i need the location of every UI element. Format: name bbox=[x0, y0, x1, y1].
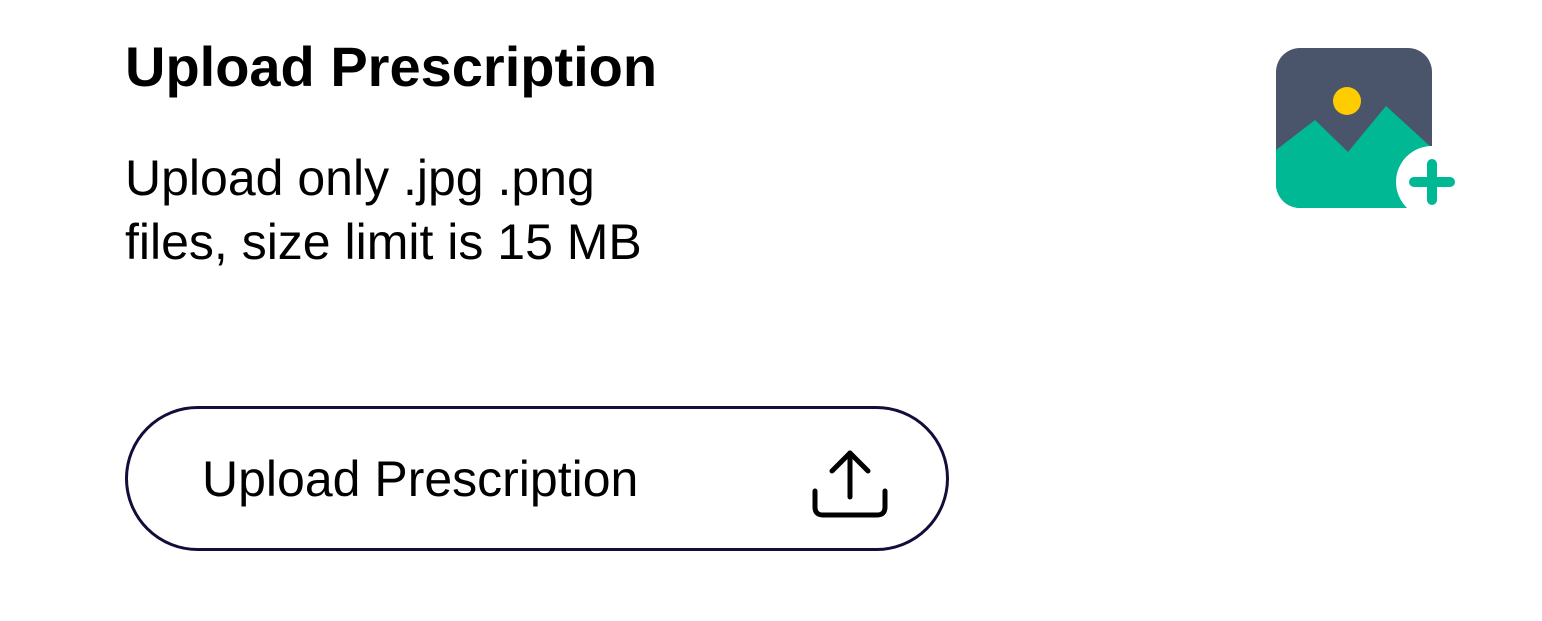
page-title: Upload Prescription bbox=[125, 35, 658, 98]
upload-instructions-line-2: files, size limit is 15 MB bbox=[125, 214, 642, 270]
upload-button-label: Upload Prescription bbox=[202, 451, 639, 507]
upload-instructions: Upload only .jpg .png files, size limit … bbox=[125, 146, 765, 274]
upload-instructions-line-1: Upload only .jpg .png bbox=[125, 150, 595, 206]
upload-icon bbox=[812, 450, 888, 518]
upload-prescription-button[interactable]: Upload Prescription bbox=[125, 406, 949, 551]
image-add-icon bbox=[1276, 48, 1456, 210]
